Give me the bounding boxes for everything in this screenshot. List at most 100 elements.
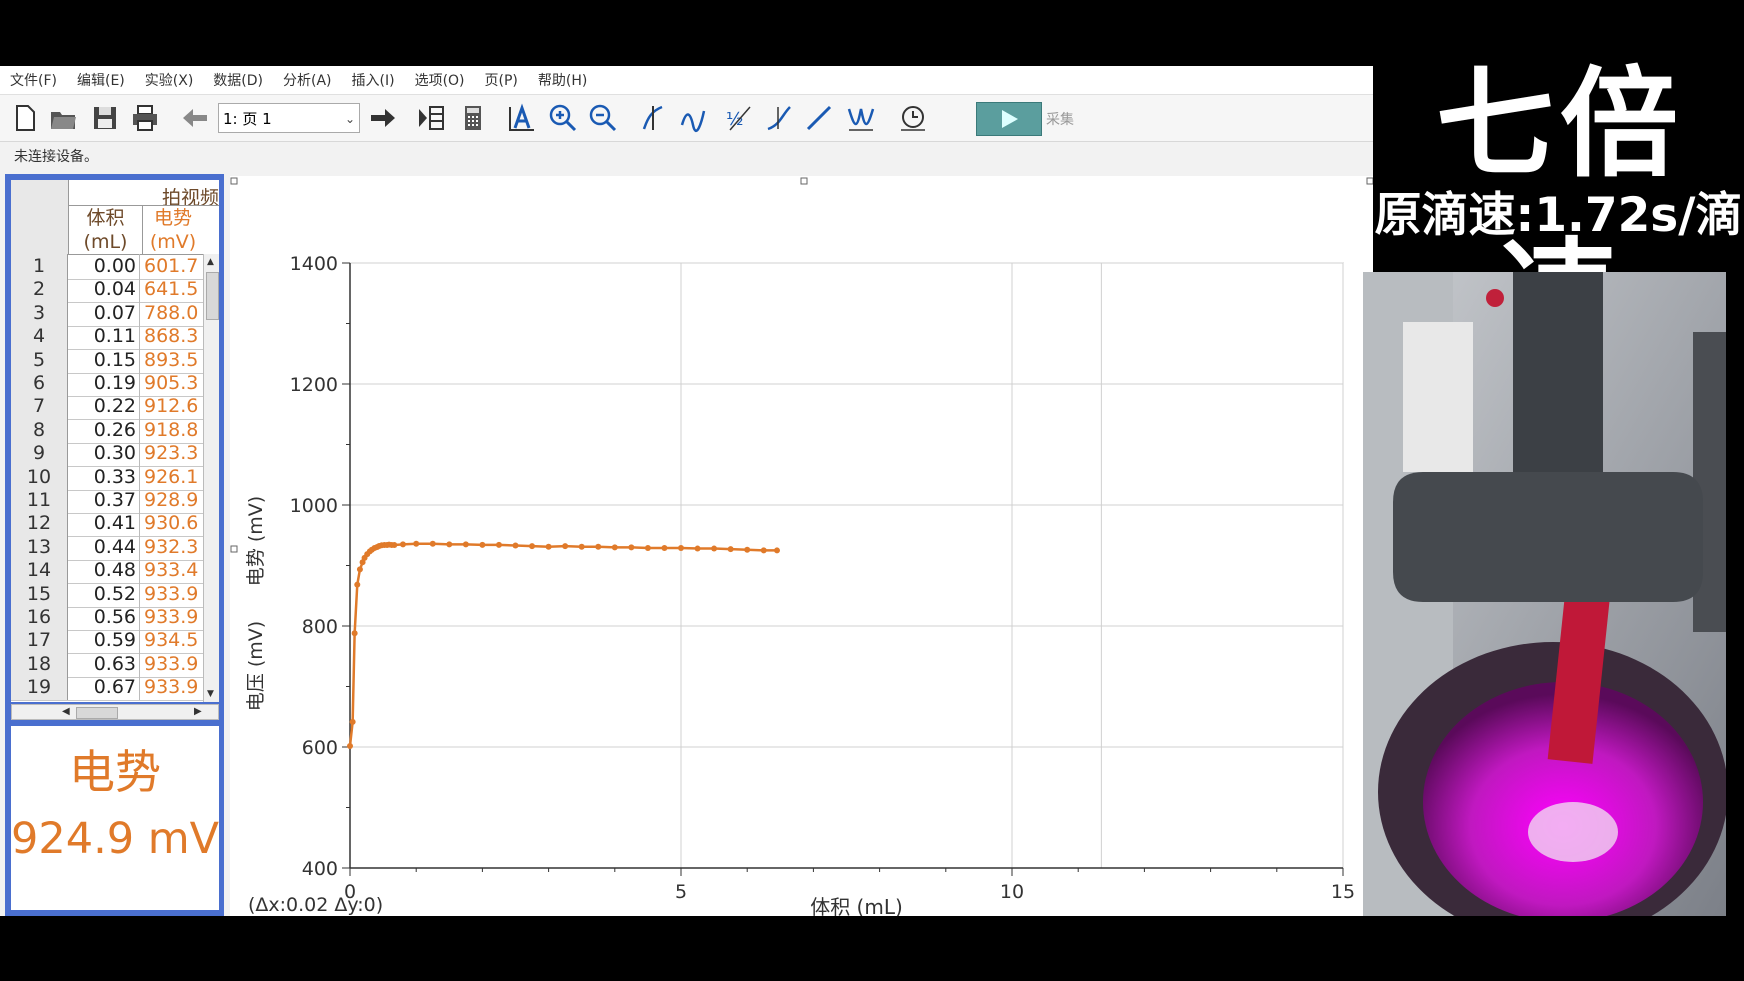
table-row[interactable]: 2 0.04 641.5 <box>11 277 203 304</box>
data-point[interactable] <box>611 544 618 551</box>
cell-emf[interactable]: 934.5 <box>141 628 203 653</box>
scroll-thumb[interactable] <box>206 272 219 320</box>
menu-item-4[interactable]: 分析(A) <box>273 70 342 90</box>
cell-volume[interactable]: 0.56 <box>68 605 140 630</box>
table-row[interactable]: 3 0.07 788.0 <box>11 300 203 327</box>
cell-emf[interactable]: 601.7 <box>141 254 203 279</box>
data-point[interactable] <box>429 540 436 547</box>
row-number[interactable]: 17 <box>11 628 68 654</box>
data-point[interactable] <box>413 540 420 547</box>
table-row[interactable]: 9 0.30 923.3 <box>11 441 203 468</box>
data-point[interactable] <box>479 541 486 548</box>
data-point[interactable] <box>391 541 398 548</box>
table-row[interactable]: 15 0.52 933.9 <box>11 581 203 608</box>
table-row[interactable]: 19 0.67 933.9 <box>11 675 203 702</box>
resize-handle[interactable] <box>230 177 238 185</box>
cell-emf[interactable]: 788.0 <box>141 301 203 326</box>
menu-item-3[interactable]: 数据(D) <box>203 70 273 90</box>
cell-volume[interactable]: 0.11 <box>68 324 140 350</box>
linear-fit-icon[interactable] <box>802 101 836 135</box>
menu-item-7[interactable]: 页(P) <box>475 70 528 90</box>
resize-handle[interactable] <box>800 177 808 185</box>
table-row[interactable]: 7 0.22 912.6 <box>11 394 203 421</box>
data-point[interactable] <box>678 544 684 551</box>
data-point[interactable] <box>545 543 552 550</box>
cell-volume[interactable]: 0.59 <box>68 628 140 654</box>
row-number[interactable]: 11 <box>11 488 68 513</box>
scroll-right-icon[interactable]: ▶ <box>194 706 202 717</box>
zoom-in-icon[interactable] <box>546 101 580 135</box>
cell-emf[interactable]: 918.8 <box>141 418 203 443</box>
table-row[interactable]: 18 0.63 933.9 <box>11 651 203 678</box>
column-header-emf[interactable]: 电势 (mV) <box>142 206 203 254</box>
cell-volume[interactable]: 0.63 <box>68 651 140 677</box>
save-icon[interactable] <box>88 101 122 135</box>
scroll-thumb-horizontal[interactable] <box>76 707 118 719</box>
cell-volume[interactable]: 0.22 <box>68 394 140 420</box>
cell-volume[interactable]: 0.26 <box>68 417 140 443</box>
cell-volume[interactable]: 0.33 <box>68 464 140 490</box>
menu-item-6[interactable]: 选项(O) <box>405 70 475 90</box>
data-point[interactable] <box>354 581 361 588</box>
data-point[interactable] <box>347 742 353 749</box>
cell-volume[interactable]: 0.67 <box>68 675 140 701</box>
row-number[interactable]: 14 <box>11 558 68 584</box>
row-number[interactable]: 5 <box>11 347 68 373</box>
interpolate-icon[interactable] <box>676 101 710 135</box>
data-collection-settings-icon[interactable] <box>896 101 930 135</box>
calculator-icon[interactable] <box>456 101 490 135</box>
table-view-icon[interactable] <box>414 101 448 135</box>
curve-fit-icon[interactable] <box>844 101 878 135</box>
row-number[interactable]: 4 <box>11 324 68 350</box>
cell-emf[interactable]: 868.3 <box>141 324 203 349</box>
table-row[interactable]: 11 0.37 928.9 <box>11 488 203 514</box>
row-number[interactable]: 6 <box>11 371 68 396</box>
menu-item-2[interactable]: 实验(X) <box>135 70 204 90</box>
row-number[interactable]: 1 <box>11 254 68 279</box>
cell-emf[interactable]: 923.3 <box>141 441 203 466</box>
cell-volume[interactable]: 0.00 <box>68 254 140 279</box>
data-point[interactable] <box>512 542 519 549</box>
next-page-icon[interactable] <box>366 101 400 135</box>
cell-volume[interactable]: 0.19 <box>68 371 140 396</box>
data-point[interactable] <box>562 543 569 550</box>
new-file-icon[interactable] <box>8 101 42 135</box>
data-point[interactable] <box>744 546 751 553</box>
data-point[interactable] <box>356 566 363 573</box>
column-header-volume[interactable]: 体积 (mL) <box>68 206 142 254</box>
data-point[interactable] <box>727 546 734 553</box>
cell-emf[interactable]: 912.6 <box>141 394 203 419</box>
data-point[interactable] <box>529 543 536 550</box>
cell-volume[interactable]: 0.52 <box>68 581 140 607</box>
scroll-left-icon[interactable]: ◀ <box>62 706 70 717</box>
zoom-out-icon[interactable] <box>586 101 620 135</box>
table-row[interactable]: 6 0.19 905.3 <box>11 371 203 397</box>
vertical-scrollbar[interactable]: ▲ ▼ <box>203 254 219 702</box>
data-point[interactable] <box>399 541 406 548</box>
table-row[interactable]: 14 0.48 933.4 <box>11 558 203 585</box>
table-row[interactable]: 10 0.33 926.1 <box>11 464 203 491</box>
cell-emf[interactable]: 893.5 <box>141 348 203 373</box>
table-row[interactable]: 17 0.59 934.5 <box>11 628 203 655</box>
previous-page-icon[interactable] <box>178 101 212 135</box>
menu-item-8[interactable]: 帮助(H) <box>528 70 597 90</box>
scroll-down-icon[interactable]: ▼ <box>207 689 214 699</box>
data-point[interactable] <box>661 544 668 551</box>
row-number[interactable]: 10 <box>11 464 68 490</box>
menu-item-5[interactable]: 插入(I) <box>342 70 405 90</box>
cell-emf[interactable]: 928.9 <box>141 488 203 513</box>
collect-button[interactable] <box>976 102 1042 136</box>
plot-area[interactable] <box>349 262 1344 869</box>
cell-emf[interactable]: 933.9 <box>141 582 203 607</box>
table-row[interactable]: 12 0.41 930.6 <box>11 511 203 538</box>
table-row[interactable]: 13 0.44 932.3 <box>11 534 203 561</box>
cell-volume[interactable]: 0.44 <box>68 534 140 560</box>
cell-emf[interactable]: 933.9 <box>141 652 203 677</box>
cell-volume[interactable]: 0.04 <box>68 277 140 303</box>
cell-emf[interactable]: 926.1 <box>141 465 203 490</box>
data-point[interactable] <box>644 544 651 551</box>
cell-volume[interactable]: 0.30 <box>68 441 140 467</box>
data-point[interactable] <box>773 547 780 554</box>
menu-item-0[interactable]: 文件(F) <box>0 70 67 90</box>
data-point[interactable] <box>595 543 602 550</box>
